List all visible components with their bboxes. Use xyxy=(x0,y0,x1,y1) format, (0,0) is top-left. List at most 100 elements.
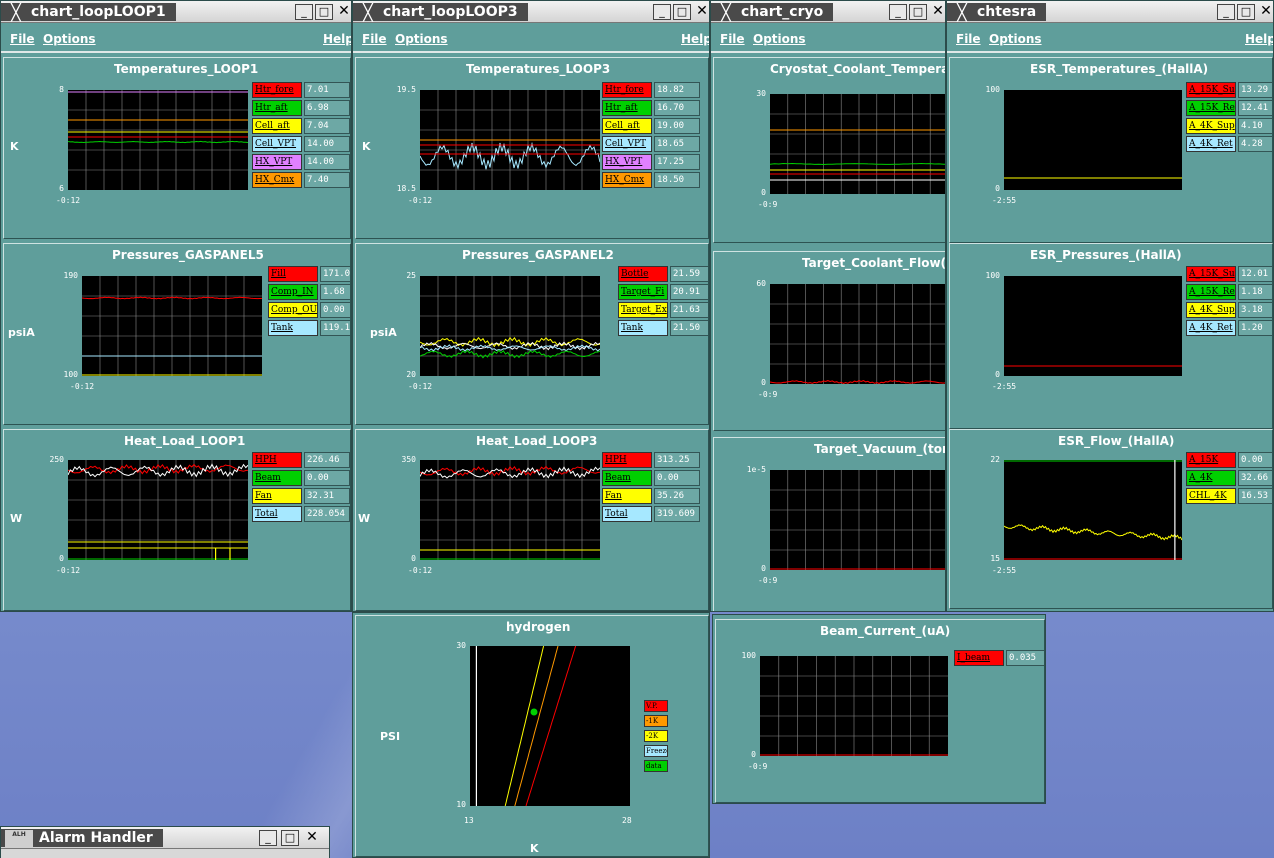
legend-chip-cyan[interactable]: Cell_VPT xyxy=(252,136,302,152)
legend-chip-magenta[interactable]: HX_VPT xyxy=(602,154,652,170)
legend-chip-green[interactable]: A_15K_Re xyxy=(1186,284,1236,300)
close-button[interactable]: ✕ xyxy=(693,4,709,20)
legend-chip-cyan[interactable]: Tank xyxy=(268,320,318,336)
legend-chip-green[interactable]: Htr_aft xyxy=(602,100,652,116)
minimize-button[interactable]: _ xyxy=(295,4,313,20)
legend-chip-yellow[interactable]: Fan xyxy=(602,488,652,504)
minimize-button[interactable]: _ xyxy=(653,4,671,20)
legend-chip-yellow[interactable]: Target_Ex xyxy=(618,302,668,318)
legend-chip-cyan[interactable]: Total xyxy=(602,506,652,522)
legend-chip-red[interactable]: Bottle xyxy=(618,266,668,282)
maximize-button[interactable]: □ xyxy=(909,4,927,20)
close-button[interactable]: ✕ xyxy=(929,4,945,20)
window-hydrogen: hydrogen PSI 30 10 K 13 28 V.P. -1K -2K Freeze data xyxy=(352,612,710,858)
legend-chip-yellow[interactable]: A_4K_Sup xyxy=(1186,118,1236,134)
legend-chip-green[interactable]: A_4K xyxy=(1186,470,1236,486)
minimize-button[interactable]: _ xyxy=(889,4,907,20)
menu-help[interactable]: Help xyxy=(681,32,709,46)
legend-chip-magenta[interactable]: HX_VPT xyxy=(252,154,302,170)
y-axis-label: K xyxy=(362,140,371,153)
panel-esrpress: ESR_Pressures_(HallA) 100 0 -2:55 A_15K_Su 12… xyxy=(949,243,1273,429)
maximize-button[interactable]: □ xyxy=(1237,4,1255,20)
menu-options[interactable]: Options xyxy=(753,32,806,46)
legend-row: Cell_VPT 18.65 xyxy=(602,136,700,152)
title-bar[interactable]: ALH Alarm Handler _ □ ✕ xyxy=(1,827,329,849)
menu-options[interactable]: Options xyxy=(43,32,96,46)
legend-chip-yellow[interactable]: -2K xyxy=(644,730,668,742)
legend-chip-cyan[interactable]: A_4K_Ret xyxy=(1186,320,1236,336)
legend-value: 12.41 xyxy=(1238,100,1272,116)
menu-options[interactable]: Options xyxy=(395,32,448,46)
window-beam: Beam_Current_(uA) 100 0 -0:9 I_beam 0.035 xyxy=(712,614,1046,804)
title-bar[interactable]: ╳ chtesra _ □ ✕ xyxy=(947,1,1273,23)
minimize-button[interactable]: _ xyxy=(259,830,277,846)
menu-help[interactable]: Help xyxy=(323,32,351,46)
close-button[interactable]: ✕ xyxy=(335,4,351,20)
legend-chip-red[interactable]: A_15K_Su xyxy=(1186,82,1236,98)
panel-heat3: Heat_Load_LOOP3 W 350 0 -0:12 HPH 313.25 Beam 0.… xyxy=(355,429,709,611)
menu-help[interactable]: Help xyxy=(1245,32,1273,46)
legend-chip-red[interactable]: Htr_fore xyxy=(602,82,652,98)
legend-chip-red[interactable]: Fill xyxy=(268,266,318,282)
plot-area xyxy=(420,90,600,190)
legend-row: Fan 35.26 xyxy=(602,488,700,504)
y-min-tick: 0 xyxy=(995,370,1000,379)
maximize-button[interactable]: □ xyxy=(673,4,691,20)
title-bar[interactable]: ╳ chart_loopLOOP3 _ □ ✕ xyxy=(353,1,709,23)
legend-chip-yellow[interactable]: Cell_aft xyxy=(602,118,652,134)
y-min-tick: 15 xyxy=(990,554,1000,563)
legend-chip-red[interactable]: Htr_fore xyxy=(252,82,302,98)
legend-row: Cell_aft 19.00 xyxy=(602,118,700,134)
legend-chip-green[interactable]: A_15K_Re xyxy=(1186,100,1236,116)
title-bar[interactable]: ╳ chart_loopLOOP1 _ □ ✕ xyxy=(1,1,351,23)
y-max-tick: 19.5 xyxy=(396,85,416,94)
legend-chip-cyan[interactable]: A_4K_Ret xyxy=(1186,136,1236,152)
close-button[interactable]: ✕ xyxy=(303,830,321,846)
legend-chip-yellow[interactable]: CHL_4K xyxy=(1186,488,1236,504)
minimize-button[interactable]: _ xyxy=(1217,4,1235,20)
legend-chip-cyan[interactable]: Tank xyxy=(618,320,668,336)
legend-chip-green[interactable]: Beam xyxy=(602,470,652,486)
menu-bar: File Options Help xyxy=(353,25,709,53)
menu-options[interactable]: Options xyxy=(989,32,1042,46)
legend-chip-red[interactable]: I_beam xyxy=(954,650,1004,666)
menu-file[interactable]: File xyxy=(10,32,35,46)
legend-value: 226.46 xyxy=(304,452,350,468)
legend-chip-orange[interactable]: HX_Cmx xyxy=(602,172,652,188)
legend-chip-green[interactable]: Target_Fi xyxy=(618,284,668,300)
panel-title: Heat_Load_LOOP1 xyxy=(124,434,246,448)
legend-chip-cyan[interactable]: Cell_VPT xyxy=(602,136,652,152)
legend-chip-yellow[interactable]: Comp_OU xyxy=(268,302,318,318)
legend-chip-cyan[interactable]: Total xyxy=(252,506,302,522)
legend-chip-green[interactable]: data xyxy=(644,760,668,772)
legend-chip-red[interactable]: A_15K_Su xyxy=(1186,266,1236,282)
title-bar[interactable]: ╳ chart_cryo _ □ ✕ xyxy=(711,1,945,23)
menu-file[interactable]: File xyxy=(362,32,387,46)
window-loop1: ╳ chart_loopLOOP1 _ □ ✕ File Options Help Temper… xyxy=(0,0,352,612)
panel-esrflow: ESR_Flow_(HallA) 22 15 -2:55 A_15K 0.00 A_4K 32… xyxy=(949,429,1273,609)
x-logo-icon: ╳ xyxy=(11,3,21,22)
legend-chip-red[interactable]: HPH xyxy=(252,452,302,468)
x-start-tick: -0:12 xyxy=(70,382,95,391)
legend-chip-cyan[interactable]: Freeze xyxy=(644,745,668,757)
menu-file[interactable]: File xyxy=(720,32,745,46)
legend-chip-yellow[interactable]: Fan xyxy=(252,488,302,504)
legend-chip-red[interactable]: HPH xyxy=(602,452,652,468)
legend-chip-orange[interactable]: -1K xyxy=(644,715,668,727)
legend-chip-orange[interactable]: HX_Cmx xyxy=(252,172,302,188)
maximize-button[interactable]: □ xyxy=(281,830,299,846)
maximize-button[interactable]: □ xyxy=(315,4,333,20)
legend-chip-red[interactable]: A_15K xyxy=(1186,452,1236,468)
legend-chip-yellow[interactable]: Cell_aft xyxy=(252,118,302,134)
legend-value: 319.609 xyxy=(654,506,700,522)
legend-chip-yellow[interactable]: A_4K_Sup xyxy=(1186,302,1236,318)
menu-file[interactable]: File xyxy=(956,32,981,46)
legend-value: 3.18 xyxy=(1238,302,1272,318)
legend-chip-green[interactable]: Comp_IN xyxy=(268,284,318,300)
x-start-tick: -0:9 xyxy=(748,762,768,771)
y-axis-label: PSI xyxy=(380,730,401,743)
legend-chip-red[interactable]: V.P. xyxy=(644,700,668,712)
close-button[interactable]: ✕ xyxy=(1257,4,1273,20)
legend-chip-green[interactable]: Htr_aft xyxy=(252,100,302,116)
legend-chip-green[interactable]: Beam xyxy=(252,470,302,486)
